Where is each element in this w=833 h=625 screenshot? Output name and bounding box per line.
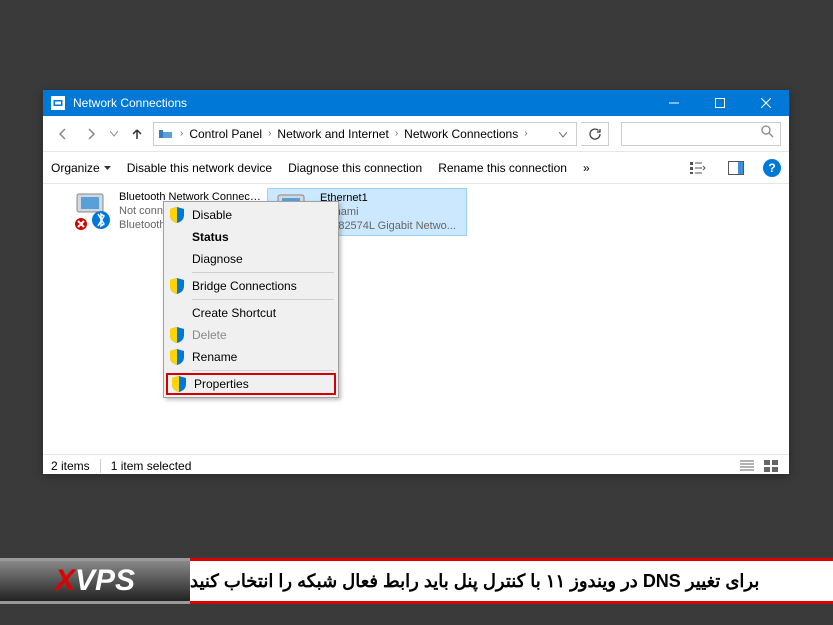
search-icon — [760, 124, 774, 143]
adapter-device: (R) 82574L Gigabit Netwo... — [320, 219, 456, 233]
menu-create-shortcut[interactable]: Create Shortcut — [166, 302, 336, 324]
breadcrumb-network-connections[interactable]: Network Connections — [400, 127, 522, 141]
maximize-button[interactable] — [697, 90, 743, 116]
chevron-right-icon: › — [178, 128, 185, 139]
menu-disable[interactable]: Disable — [166, 204, 336, 226]
menu-separator — [192, 370, 334, 371]
context-menu: Disable Status Diagnose Bridge Connectio… — [163, 201, 339, 398]
preview-pane-button[interactable] — [725, 157, 747, 179]
breadcrumb-network-internet[interactable]: Network and Internet — [273, 127, 392, 141]
view-options-button[interactable] — [687, 157, 709, 179]
menu-rename[interactable]: Rename — [166, 346, 336, 368]
close-button[interactable] — [743, 90, 789, 116]
command-bar: Organize Disable this network device Dia… — [43, 152, 789, 184]
menu-delete[interactable]: Delete — [166, 324, 336, 346]
shield-icon — [170, 349, 186, 365]
menu-bridge[interactable]: Bridge Connections — [166, 275, 336, 297]
shield-icon — [170, 207, 186, 223]
caption-banner: XVPS برای تغییر DNS در ویندوز ۱۱ با کنتر… — [0, 558, 833, 604]
forward-button[interactable] — [79, 122, 103, 146]
adapter-name: Ethernet1 — [320, 191, 456, 205]
overflow-button[interactable]: » — [583, 161, 590, 175]
diagnose-button[interactable]: Diagnose this connection — [288, 161, 422, 175]
breadcrumb-control-panel[interactable]: Control Panel — [185, 127, 266, 141]
back-button[interactable] — [51, 122, 75, 146]
selection-count: 1 item selected — [111, 459, 192, 473]
organize-menu[interactable]: Organize — [51, 161, 111, 175]
bluetooth-adapter-icon — [71, 190, 113, 232]
menu-properties[interactable]: Properties — [166, 373, 336, 395]
chevron-right-icon: › — [393, 128, 400, 139]
help-button[interactable]: ? — [763, 159, 781, 177]
minimize-button[interactable] — [651, 90, 697, 116]
menu-diagnose[interactable]: Diagnose — [166, 248, 336, 270]
adapter-status: tsunami — [320, 205, 456, 219]
menu-separator — [192, 272, 334, 273]
chevron-right-icon: › — [522, 128, 529, 139]
refresh-button[interactable] — [581, 122, 609, 146]
titlebar: Network Connections — [43, 90, 789, 116]
shield-icon — [170, 278, 186, 294]
disable-device-button[interactable]: Disable this network device — [127, 161, 272, 175]
network-connections-window: Network Connections › Cont — [43, 90, 789, 474]
up-button[interactable] — [125, 122, 149, 146]
window-icon — [51, 96, 65, 110]
rename-button[interactable]: Rename this connection — [438, 161, 567, 175]
chevron-down-icon — [104, 166, 111, 170]
xvps-logo: XVPS — [0, 558, 190, 604]
item-count: 2 items — [51, 459, 90, 473]
address-row: › Control Panel › Network and Internet ›… — [43, 116, 789, 152]
shield-icon — [172, 376, 188, 392]
location-icon — [158, 126, 174, 142]
address-bar[interactable]: › Control Panel › Network and Internet ›… — [153, 122, 577, 146]
window-title: Network Connections — [73, 96, 187, 110]
caption-text: برای تغییر DNS در ویندوز ۱۱ با کنترل پنل… — [190, 558, 833, 604]
status-bar: 2 items 1 item selected — [43, 454, 789, 476]
recent-dropdown[interactable] — [107, 122, 121, 146]
address-dropdown[interactable] — [554, 127, 572, 141]
adapters-list: Bluetooth Network Connection Not connect… — [43, 184, 789, 454]
shield-icon — [170, 327, 186, 343]
chevron-right-icon: › — [266, 128, 273, 139]
menu-status[interactable]: Status — [166, 226, 336, 248]
details-view-button[interactable] — [737, 458, 757, 474]
menu-separator — [192, 299, 334, 300]
large-icons-view-button[interactable] — [761, 458, 781, 474]
search-input[interactable] — [621, 122, 781, 146]
